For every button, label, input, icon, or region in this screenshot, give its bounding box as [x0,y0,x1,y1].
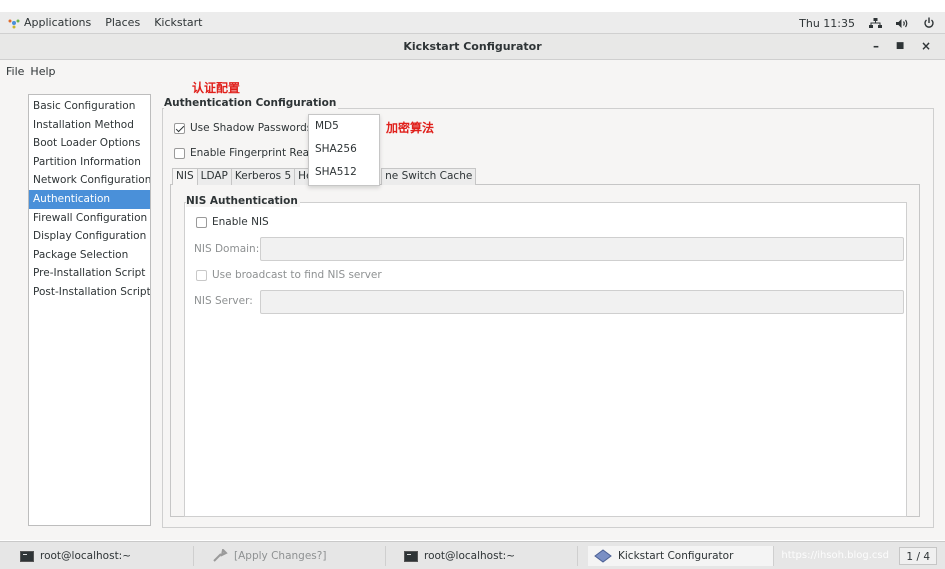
shadow-passwords-checkbox[interactable] [174,122,185,134]
terminal-icon [404,550,418,562]
volume-icon[interactable] [896,18,909,29]
main-area: Basic Configuration Installation Method … [0,81,945,540]
watermark: https://ihsoh.blog.csd [781,550,889,561]
category-list[interactable]: Basic Configuration Installation Method … [28,94,151,526]
minimize-icon[interactable]: – [869,39,883,53]
nis-domain-input[interactable] [260,237,904,261]
sidebar-item-authentication[interactable]: Authentication [29,189,150,209]
menu-bar: File Help [0,60,945,82]
help-menu[interactable]: Help [30,65,55,78]
tab-name-switch-cache[interactable]: ne Switch Cache [381,168,477,185]
maximize-icon[interactable]: ■ [893,41,907,51]
sidebar-item-pre-installation-script[interactable]: Pre-Installation Script [29,264,150,283]
nis-server-label: NIS Server: [194,295,253,307]
enable-nis-label: Enable NIS [212,216,269,228]
enable-nis-row[interactable]: Enable NIS [196,216,269,228]
enable-nis-checkbox[interactable] [196,216,207,228]
network-icon[interactable] [869,17,882,29]
task-apply-changes-label: [Apply Changes?] [234,550,327,562]
broadcast-label: Use broadcast to find NIS server [212,269,382,281]
nis-domain-label: NIS Domain: [194,243,260,255]
fingerprint-label: Enable Fingerprint Reader [190,147,327,159]
task-kickstart-label: Kickstart Configurator [618,550,734,562]
terminal-icon [20,550,34,562]
applications-menu[interactable]: Applications [24,16,91,29]
sidebar-item-package-selection[interactable]: Package Selection [29,246,150,265]
sidebar-item-boot-loader-options[interactable]: Boot Loader Options [29,134,150,153]
task-terminal-2[interactable]: root@localhost:~ [398,546,578,566]
annotation-encryption-algorithm: 加密算法 [386,121,435,135]
top-panel: Applications Places Kickstart Thu 11:35 [0,12,945,34]
nis-server-input[interactable] [260,290,904,314]
task-terminal-1[interactable]: root@localhost:~ [14,546,194,566]
tab-ldap[interactable]: LDAP [196,168,232,185]
sidebar-item-installation-method[interactable]: Installation Method [29,116,150,135]
sidebar-item-partition-information[interactable]: Partition Information [29,153,150,172]
fingerprint-checkbox[interactable] [174,147,185,159]
places-menu[interactable]: Places [105,16,140,29]
hash-option-sha256[interactable]: SHA256 [309,138,379,161]
shadow-passwords-label: Use Shadow Passwords [190,122,313,134]
task-kickstart[interactable]: Kickstart Configurator [588,546,774,566]
window-title: Kickstart Configurator [403,40,542,53]
authentication-frame-title: Authentication Configuration [164,97,339,109]
active-app-name[interactable]: Kickstart [154,16,202,29]
task-terminal-1-label: root@localhost:~ [40,550,132,562]
hash-option-sha512[interactable]: SHA512 [309,161,379,184]
tab-nis[interactable]: NIS [172,168,198,185]
annotation-auth-config: 认证配置 [192,81,241,95]
window-title-bar[interactable]: Kickstart Configurator – ■ × [0,34,945,60]
taskbar: root@localhost:~ [Apply Changes?] root@l… [0,541,945,569]
hash-option-md5[interactable]: MD5 [309,115,379,138]
close-icon[interactable]: × [919,39,933,53]
clock[interactable]: Thu 11:35 [799,17,855,30]
sidebar-item-display-configuration[interactable]: Display Configuration [29,227,150,246]
power-icon[interactable] [923,17,935,29]
sidebar-item-post-installation-script[interactable]: Post-Installation Script [29,283,150,302]
applications-icon [8,19,20,28]
tab-kerberos5[interactable]: Kerberos 5 [230,168,296,185]
nis-frame-title: NIS Authentication [186,195,300,207]
sidebar-item-basic-configuration[interactable]: Basic Configuration [29,97,150,116]
sidebar-item-firewall-configuration[interactable]: Firewall Configuration [29,209,150,228]
file-menu[interactable]: File [6,65,24,78]
broadcast-row[interactable]: Use broadcast to find NIS server [196,269,382,281]
sidebar-item-network-configuration[interactable]: Network Configuration [29,171,150,190]
task-terminal-2-label: root@localhost:~ [424,550,516,562]
hash-algorithm-dropdown[interactable]: MD5 SHA256 SHA512 [308,114,380,186]
task-apply-changes[interactable]: [Apply Changes?] [206,546,386,566]
shadow-passwords-row[interactable]: Use Shadow Passwords [174,122,312,134]
tools-icon [213,549,228,562]
fingerprint-row[interactable]: Enable Fingerprint Reader [174,147,327,159]
workspace-pager[interactable]: 1 / 4 [899,547,937,565]
broadcast-checkbox[interactable] [196,269,207,281]
kickstart-icon [594,549,612,563]
